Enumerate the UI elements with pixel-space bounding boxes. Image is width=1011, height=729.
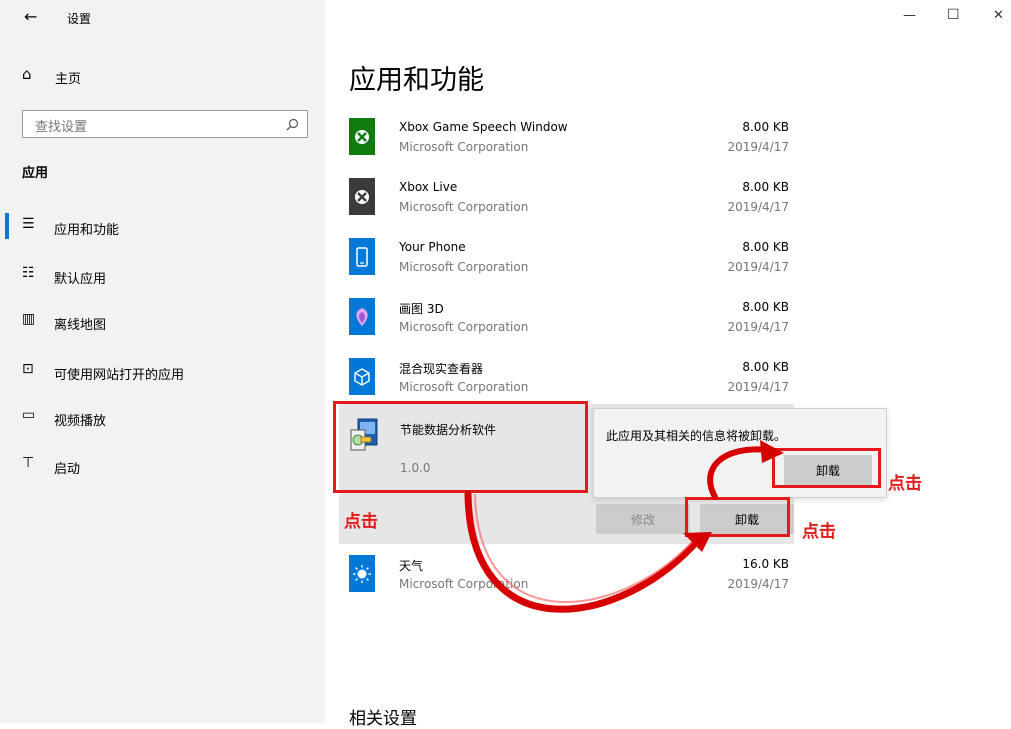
annotation-arrows bbox=[464, 440, 784, 613]
arrow-curve-to-flyout bbox=[707, 446, 773, 500]
arrowhead-to-flyout bbox=[760, 440, 784, 463]
arrow-curve-to-uninstall-glow bbox=[474, 493, 695, 603]
arrow-curve-to-uninstall bbox=[464, 490, 704, 613]
